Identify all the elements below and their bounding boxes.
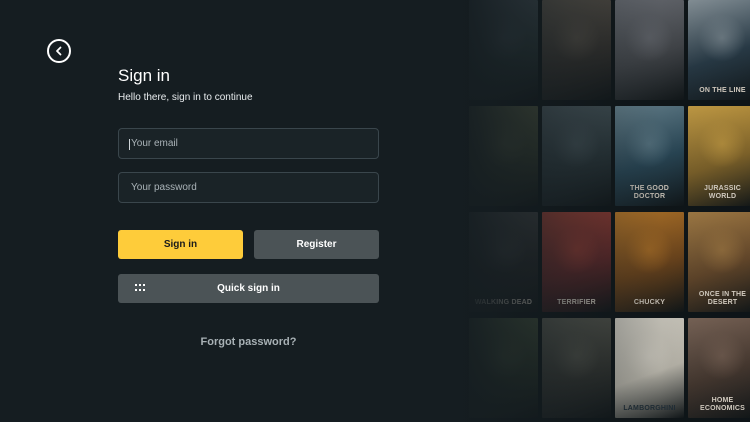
- register-button-label: Register: [296, 239, 337, 250]
- sign-in-button-label: Sign in: [163, 239, 198, 250]
- back-button[interactable]: [47, 39, 71, 63]
- password-input[interactable]: [118, 172, 379, 203]
- quick-sign-in-button-label: Quick sign in: [217, 283, 280, 294]
- register-button[interactable]: Register: [254, 230, 379, 259]
- poster-wall: On the LineGrey's AnatomyThe Good Doctor…: [455, 0, 750, 422]
- chevron-left-icon: [56, 46, 62, 56]
- email-input[interactable]: [118, 128, 379, 159]
- poster-fade-overlay: [455, 0, 750, 422]
- sign-in-button[interactable]: Sign in: [118, 230, 243, 259]
- keypad-icon: [135, 284, 145, 292]
- quick-sign-in-button[interactable]: Quick sign in: [118, 274, 379, 303]
- forgot-password-link[interactable]: Forgot password?: [118, 336, 379, 348]
- page-title: Sign in: [118, 66, 170, 85]
- page-subtitle: Hello there, sign in to continue: [118, 92, 253, 103]
- text-caret: [129, 139, 130, 150]
